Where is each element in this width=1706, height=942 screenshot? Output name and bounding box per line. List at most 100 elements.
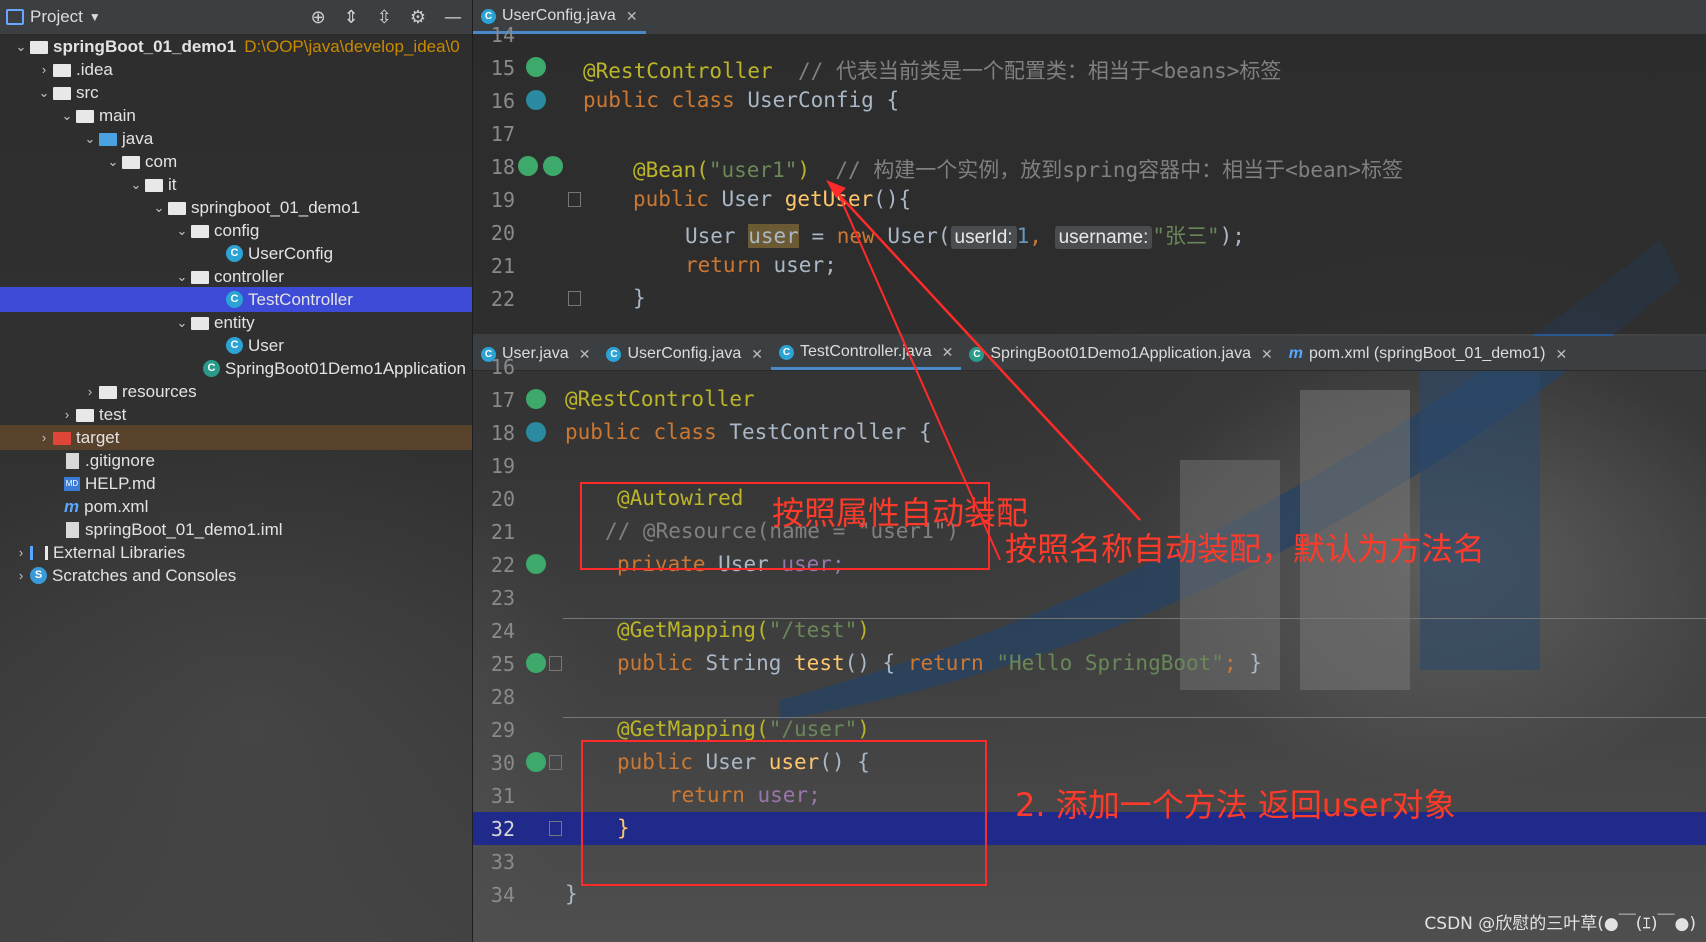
spring-gutter-icon[interactable] (526, 422, 546, 442)
code-line: 16 public class UserConfig { (490, 88, 900, 113)
project-title[interactable]: Project ▼ (6, 7, 101, 27)
tree-row[interactable]: › resources (0, 379, 472, 404)
iml-file-icon (66, 521, 79, 538)
tree-row[interactable]: ⌄ config (0, 218, 472, 243)
annotation-resource: 按照名称自动装配，默认为方法名 (1005, 530, 1486, 568)
tree-row[interactable]: springBoot_01_demo1.iml (0, 517, 472, 542)
package-icon (191, 225, 209, 238)
class-icon: C (226, 337, 243, 354)
tree-row[interactable]: ⌄ src (0, 80, 472, 105)
tree-row[interactable]: ⌄ java (0, 126, 472, 151)
module-folder-icon (30, 41, 48, 54)
package-icon (168, 202, 186, 215)
tree-row[interactable]: › S Scratches and Consoles (0, 563, 472, 588)
project-view-icon (6, 9, 24, 25)
tree-row[interactable]: › External Libraries (0, 540, 472, 565)
code-line: 19 public User getUser(){ (490, 187, 912, 212)
libraries-icon (30, 545, 48, 560)
folder-icon (76, 409, 94, 422)
tree-row[interactable]: ⌄ entity (0, 310, 472, 335)
endpoint-gutter-icon[interactable] (526, 653, 546, 673)
tree-row[interactable]: › target (0, 425, 472, 450)
bean-gutter-icon[interactable] (526, 57, 546, 77)
tree-row[interactable]: ⌄ springBoot_01_demo1 D:\OOP\java\develo… (0, 34, 472, 59)
expand-all-icon[interactable]: ⇕ (344, 7, 359, 28)
code-line: 17 (490, 122, 515, 146)
collapse-all-icon[interactable]: ⇳ (377, 7, 392, 28)
chevron-right-icon[interactable]: › (35, 430, 53, 445)
code-line: 20 User user = new User(userId: 1, userna… (490, 221, 1245, 249)
maven-file-icon: m (64, 496, 80, 516)
tree-row[interactable]: .gitignore (0, 448, 472, 473)
chevron-down-icon[interactable]: ⌄ (104, 154, 122, 170)
chevron-down-icon[interactable]: ⌄ (173, 315, 191, 331)
watermark: CSDN @欣慰的三叶草(●￣(ｴ)￣●) (1424, 914, 1696, 934)
code-line: 16 (490, 355, 515, 379)
annotation-method: 2. 添加一个方法 返回user对象 (1015, 786, 1456, 824)
param-hint-userid: userId: (950, 226, 1017, 249)
chevron-down-icon[interactable]: ⌄ (12, 39, 30, 55)
chevron-right-icon[interactable]: › (81, 384, 99, 399)
folder-icon (53, 87, 71, 100)
chevron-right-icon[interactable]: › (12, 545, 30, 560)
chevron-down-icon[interactable]: ⌄ (35, 85, 53, 101)
tree-row[interactable]: ⌄ controller (0, 264, 472, 289)
chevron-down-icon[interactable]: ⌄ (58, 108, 76, 124)
tree-row[interactable]: m pom.xml (0, 494, 472, 519)
tree-row[interactable]: ⌄ it (0, 172, 472, 197)
tree-row[interactable]: › .idea (0, 57, 472, 82)
class-icon: C (226, 291, 243, 308)
gear-icon[interactable]: ⚙ (410, 7, 426, 28)
annotation-autowired: 按照属性自动装配 (772, 494, 1029, 532)
excluded-folder-icon (53, 432, 71, 445)
locate-icon[interactable]: ⊕ (311, 7, 326, 28)
bean-gutter-icon[interactable] (543, 156, 563, 176)
folder-icon (76, 110, 94, 123)
tree-row-selected[interactable]: C TestController (0, 287, 472, 312)
class-icon: C (226, 245, 243, 262)
code-line: 23 (490, 586, 515, 610)
bean-gutter-icon[interactable] (526, 389, 546, 409)
fold-icon[interactable] (568, 291, 581, 306)
tree-row[interactable]: C UserConfig (0, 241, 472, 266)
code-line: 19 (490, 454, 515, 478)
code-line: 22 } (490, 286, 646, 311)
source-folder-icon (99, 133, 117, 146)
tree-row[interactable]: C SpringBoot01Demo1Application (0, 356, 472, 381)
folder-icon (53, 64, 71, 77)
minimize-icon[interactable]: — (444, 7, 462, 28)
chevron-right-icon[interactable]: › (58, 407, 76, 422)
chevron-down-icon[interactable]: ⌄ (127, 177, 145, 193)
package-icon (122, 156, 140, 169)
gitignore-file-icon (66, 452, 79, 469)
chevron-right-icon[interactable]: › (35, 62, 53, 77)
chevron-down-icon[interactable]: ⌄ (150, 200, 168, 216)
project-header: Project ▼ ⊕ ⇕ ⇳ ⚙ — (0, 0, 472, 35)
spring-class-icon: C (203, 360, 220, 377)
endpoint-gutter-icon[interactable] (526, 752, 546, 772)
project-panel: Project ▼ ⊕ ⇕ ⇳ ⚙ — ⌄ springBoot_01_demo… (0, 0, 473, 942)
tree-row[interactable]: C User (0, 333, 472, 358)
chevron-down-icon[interactable]: ⌄ (173, 269, 191, 285)
markdown-file-icon: MD (64, 476, 80, 491)
spring-gutter-icon[interactable] (526, 90, 546, 110)
chevron-down-icon: ▼ (88, 10, 101, 24)
tree-row[interactable]: ⌄ springboot_01_demo1 (0, 195, 472, 220)
fold-icon[interactable] (549, 755, 562, 770)
chevron-down-icon[interactable]: ⌄ (81, 131, 99, 147)
autowired-gutter-icon[interactable] (526, 554, 546, 574)
tree-row[interactable]: MD HELP.md (0, 471, 472, 496)
tree-row[interactable]: › test (0, 402, 472, 427)
chevron-right-icon[interactable]: › (12, 568, 30, 583)
code-line: 21 return user; (490, 253, 837, 278)
bean-gutter-icon[interactable] (518, 156, 538, 176)
fold-icon[interactable] (549, 656, 562, 671)
chevron-down-icon[interactable]: ⌄ (173, 223, 191, 239)
tree-row[interactable]: ⌄ main (0, 103, 472, 128)
package-icon (145, 179, 163, 192)
fold-icon[interactable] (568, 192, 581, 207)
fold-icon[interactable] (549, 821, 562, 836)
tree-row[interactable]: ⌄ com (0, 149, 472, 174)
package-icon (191, 271, 209, 284)
code-line: 24 @GetMapping("/test") (490, 618, 870, 643)
